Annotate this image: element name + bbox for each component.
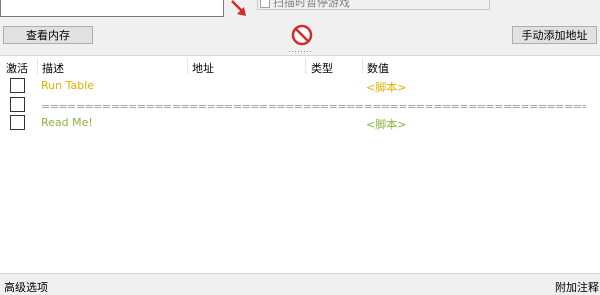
address-table[interactable]: 激活 描述 地址 类型 数值 Run Table <脚本> ==========… [0,55,600,274]
status-bar [0,276,600,294]
header-address[interactable]: 地址 [192,60,214,76]
table-extras-link[interactable]: 附加注释 [555,279,599,295]
row-active-checkbox[interactable] [10,78,25,93]
row-description[interactable]: ========================================… [41,100,586,113]
header-divider[interactable] [187,58,188,74]
row-description[interactable]: Run Table [41,79,94,92]
header-value[interactable]: 数值 [367,60,389,76]
header-divider[interactable] [362,58,363,74]
add-address-manually-button[interactable]: 手动添加地址 [512,26,597,44]
pause-game-checkbox[interactable] [260,0,270,8]
row-value[interactable]: <脚本> [366,79,406,95]
splitter-grip-icon[interactable] [288,50,312,53]
header-description[interactable]: 描述 [42,60,64,76]
value-input[interactable] [0,0,224,17]
row-description[interactable]: Read Me! [41,116,93,129]
stop-icon [291,24,313,46]
row-value[interactable]: <脚本> [366,116,406,132]
red-arrow-icon [231,0,246,16]
arrow-button[interactable] [227,0,251,18]
pause-game-label: 扫描时暂停游戏 [273,0,350,9]
row-active-checkbox[interactable] [10,115,25,130]
advanced-options-link[interactable]: 高级选项 [4,279,48,295]
row-active-checkbox[interactable] [10,97,25,112]
header-type[interactable]: 类型 [311,60,333,76]
clear-list-button[interactable] [291,24,313,46]
view-memory-button[interactable]: 查看内存 [3,26,93,44]
header-divider[interactable] [37,58,38,74]
header-divider[interactable] [305,58,306,74]
header-active[interactable]: 激活 [6,60,28,76]
